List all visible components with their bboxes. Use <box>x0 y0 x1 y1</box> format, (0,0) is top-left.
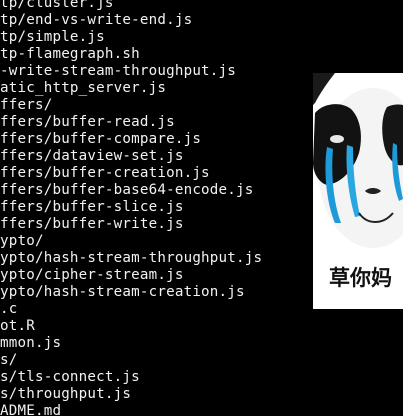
file-line: ADME.md <box>0 403 62 416</box>
file-line: ffers/buffer-compare.js <box>0 131 202 147</box>
file-line: s/throughput.js <box>0 386 132 402</box>
file-line: atic_http_server.js <box>0 80 167 96</box>
meme-caption: 草你妈 <box>329 266 392 290</box>
file-line: s/tls-connect.js <box>0 369 140 385</box>
file-line: tp/simple.js <box>0 29 105 45</box>
file-line: ypto/cipher-stream.js <box>0 267 184 283</box>
file-line: ffers/buffer-write.js <box>0 216 184 232</box>
file-line: ffers/dataview-set.js <box>0 148 184 164</box>
file-line: -write-stream-throughput.js <box>0 63 237 79</box>
file-line: ffers/buffer-base64-encode.js <box>0 182 254 198</box>
file-line: ypto/hash-stream-throughput.js <box>0 250 263 266</box>
file-line: mmon.js <box>0 335 62 351</box>
file-line: tp/end-vs-write-end.js <box>0 12 193 28</box>
directory-line: s/ <box>0 352 18 368</box>
file-line: tp/cluster.js <box>0 0 114 11</box>
file-line: tp-flamegraph.sh <box>0 46 140 62</box>
file-line: .c <box>0 301 18 317</box>
panda-meme-sticker: 草你妈 <box>313 73 403 309</box>
file-line: ffers/buffer-slice.js <box>0 199 184 215</box>
file-line: ypto/hash-stream-creation.js <box>0 284 245 300</box>
directory-line: ffers/ <box>0 97 53 113</box>
directory-line: ypto/ <box>0 233 44 249</box>
file-line: ot.R <box>0 318 35 334</box>
file-line: ffers/buffer-read.js <box>0 114 175 130</box>
file-line: ffers/buffer-creation.js <box>0 165 210 181</box>
